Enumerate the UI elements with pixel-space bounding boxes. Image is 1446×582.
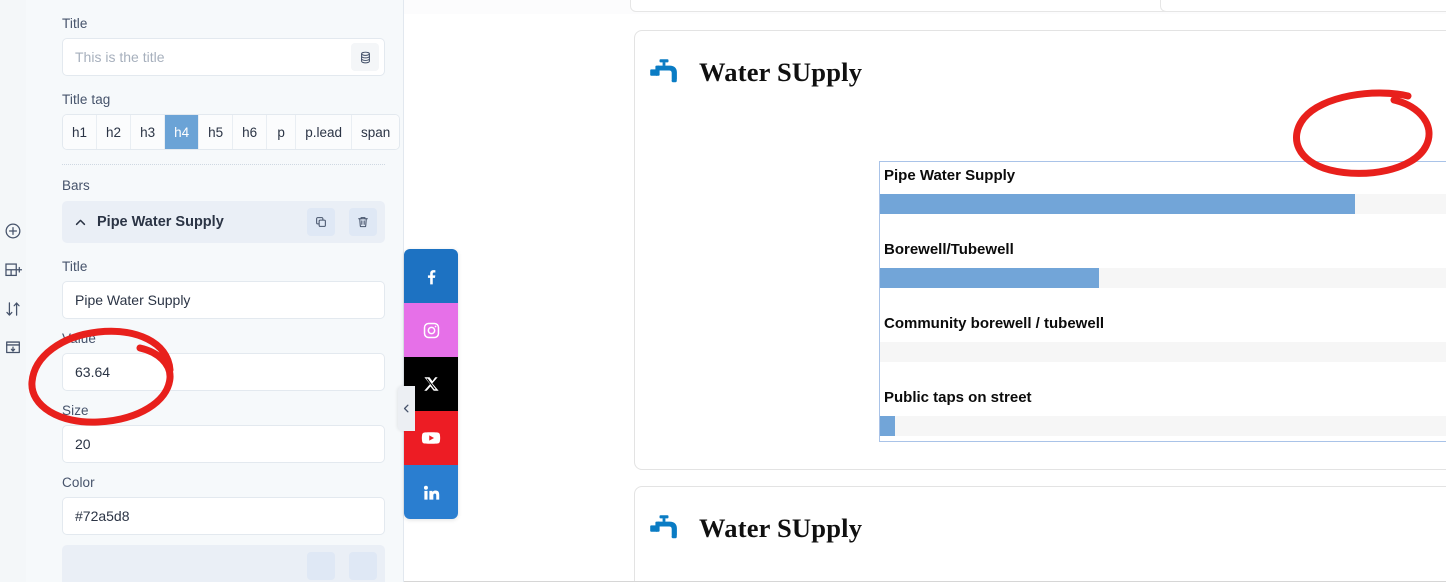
bar-gap [880, 288, 1446, 310]
bar-size-label: Size [62, 403, 89, 418]
tag-option-h2[interactable]: h2 [97, 115, 132, 149]
facebook-icon[interactable] [404, 249, 458, 303]
trash-icon[interactable] [349, 208, 377, 236]
bar-category-label: Pipe Water Supply [884, 167, 1016, 184]
bar-color-input[interactable]: #72a5d8 [62, 497, 385, 535]
database-icon[interactable] [351, 43, 379, 71]
bar-track [880, 194, 1446, 214]
card-2-header: Water SUpply [635, 487, 1446, 544]
bar-row: Community borewell / tubewell0% [880, 310, 1446, 362]
app-root: Title This is the title Title tag h1 h2 … [0, 0, 1446, 582]
card-1-header: Water SUpply [635, 31, 1446, 88]
bar-category-label: Public taps on street [884, 389, 1032, 406]
bar-gap [880, 362, 1446, 384]
bar-title-input[interactable]: Pipe Water Supply [62, 281, 385, 319]
tag-option-h3[interactable]: h3 [131, 115, 166, 149]
bar-accordion-header[interactable]: Pipe Water Supply [62, 201, 385, 243]
partial-card-above-left [630, 0, 1180, 12]
divider [62, 164, 385, 165]
bar-fill [880, 416, 896, 436]
bars-section-label: Bars [62, 178, 90, 193]
add-block-icon[interactable] [4, 222, 22, 240]
bar-label-line: Borewell/Tubewell29% [880, 236, 1446, 268]
settings-sidebar: Title This is the title Title tag h1 h2 … [26, 0, 404, 582]
bar-label-line: Pipe Water Supply63% [880, 162, 1446, 194]
bar-track [880, 268, 1446, 288]
chevron-up-icon[interactable] [74, 216, 87, 229]
bar-value-input[interactable]: 63.64 [62, 353, 385, 391]
tag-option-h4[interactable]: h4 [165, 115, 200, 149]
bar-chart: Pipe Water Supply63% Borewell/Tubewell29%… [879, 161, 1446, 442]
title-tag-group: h1 h2 h3 h4 h5 h6 p p.lead span [62, 114, 401, 150]
title-field-label: Title [62, 16, 88, 31]
social-share-rail [404, 249, 458, 519]
tag-option-p-lead[interactable]: p.lead [296, 115, 352, 149]
faucet-icon [647, 514, 681, 544]
bar-row: Public taps on street2% [880, 384, 1446, 436]
partial-card-above-right [1160, 0, 1446, 12]
title-tag-label: Title tag [62, 92, 111, 107]
trash-icon-next[interactable] [349, 552, 377, 580]
add-below-icon[interactable] [4, 339, 22, 357]
bar-track [880, 416, 1446, 436]
duplicate-icon[interactable] [307, 208, 335, 236]
chevron-left-icon[interactable] [398, 386, 415, 431]
tag-option-h5[interactable]: h5 [199, 115, 234, 149]
bar-fill [880, 268, 1099, 288]
faucet-icon [647, 58, 681, 88]
card-1-title: Water SUpply [699, 57, 863, 87]
bar-fill [880, 194, 1356, 214]
bar-gap [880, 214, 1446, 236]
instagram-icon[interactable] [404, 303, 458, 357]
bar-label-line: Public taps on street2% [880, 384, 1446, 416]
add-section-icon[interactable] [4, 261, 22, 279]
bar-title-label: Title [62, 259, 88, 274]
bar-accordion-header-next[interactable] [62, 545, 385, 582]
bar-row: Borewell/Tubewell29% [880, 236, 1446, 288]
tag-option-h1[interactable]: h1 [63, 115, 98, 149]
card-2-title: Water SUpply [699, 513, 863, 543]
editor-toolbar-rail [0, 0, 26, 582]
water-supply-card-1[interactable]: Water SUpply Pipe Water Supply63% Borewel… [634, 30, 1446, 470]
bar-category-label: Community borewell / tubewell [884, 315, 1105, 332]
bar-accordion-title: Pipe Water Supply [97, 214, 224, 230]
preview-canvas: Water SUpply Pipe Water Supply63% Borewel… [404, 0, 1446, 582]
bar-color-label: Color [62, 475, 95, 490]
water-supply-card-2[interactable]: Water SUpply [634, 486, 1446, 582]
duplicate-icon-next[interactable] [307, 552, 335, 580]
bar-row: Pipe Water Supply63% [880, 162, 1446, 214]
bar-value-label: Value [62, 331, 97, 346]
title-input-placeholder: This is the title [75, 49, 165, 65]
bar-size-input[interactable]: 20 [62, 425, 385, 463]
bar-track [880, 342, 1446, 362]
bar-category-label: Borewell/Tubewell [884, 241, 1014, 258]
tag-option-span[interactable]: span [351, 115, 400, 149]
tag-option-p[interactable]: p [267, 115, 297, 149]
bar-label-line: Community borewell / tubewell0% [880, 310, 1446, 342]
linkedin-icon[interactable] [404, 465, 458, 519]
title-input[interactable]: This is the title [62, 38, 385, 76]
tag-option-h6[interactable]: h6 [233, 115, 268, 149]
reorder-icon[interactable] [4, 300, 22, 318]
